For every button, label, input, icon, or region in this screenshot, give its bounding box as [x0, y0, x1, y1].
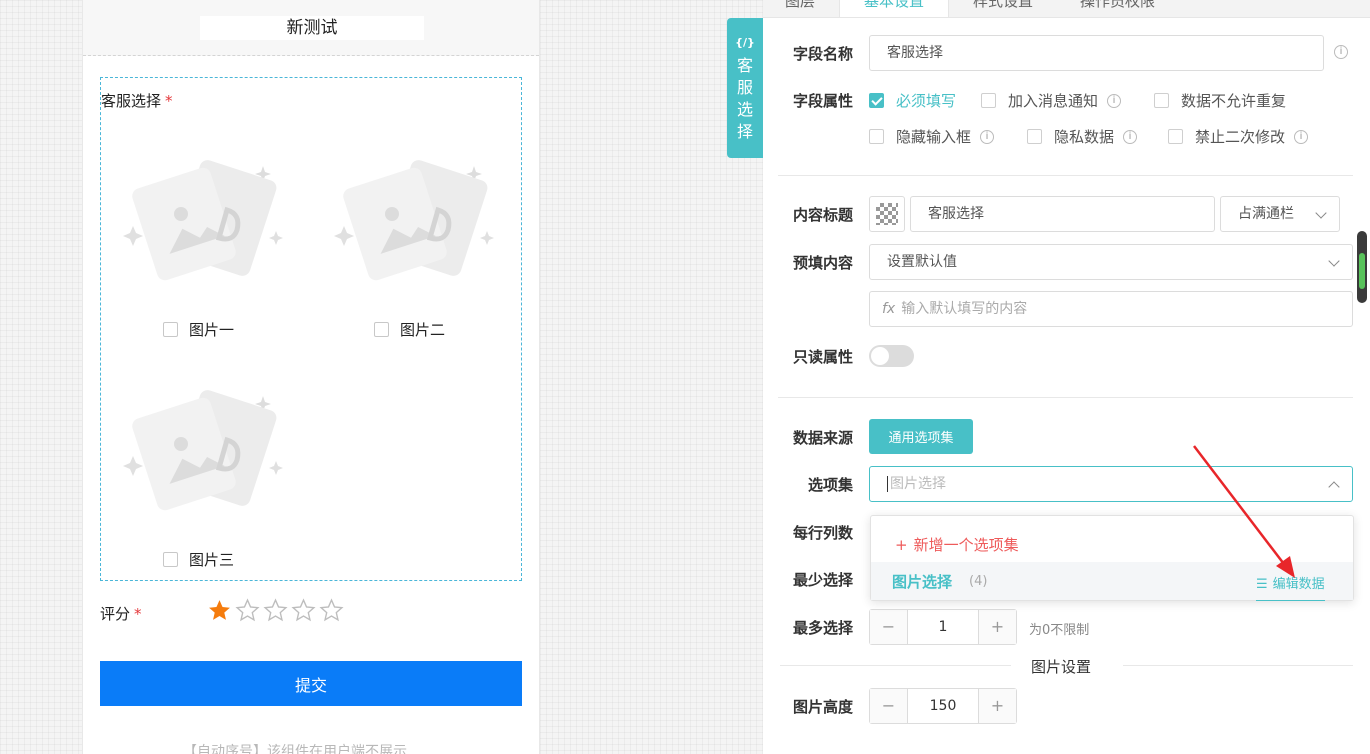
function-icon: fx — [882, 301, 896, 317]
code-icon: {/} — [735, 36, 755, 49]
edit-data-button[interactable]: ☰ 编辑数据 — [1256, 573, 1325, 601]
divider — [1123, 665, 1353, 666]
checkbox[interactable] — [1154, 93, 1169, 108]
field-label: 客服选择 * — [101, 92, 173, 110]
info-icon[interactable]: i — [1107, 93, 1122, 108]
divider — [780, 665, 1011, 666]
checkbox[interactable] — [163, 322, 178, 337]
star-filled-icon[interactable] — [207, 598, 232, 623]
chevron-up-icon — [1328, 481, 1340, 493]
image-option-2[interactable]: 图片二 — [374, 319, 445, 340]
divider — [778, 175, 1353, 176]
star-empty-icon[interactable] — [263, 598, 288, 623]
min-select-label: 最少选择 — [793, 571, 854, 589]
image-height-stepper[interactable]: − 150 + — [869, 688, 1017, 724]
preview-header: 新测试 — [83, 0, 539, 56]
common-optionset-button[interactable]: 通用选项集 — [869, 419, 973, 454]
info-icon[interactable]: i — [1334, 45, 1348, 59]
minus-icon[interactable]: − — [870, 689, 907, 723]
side-tab-label: 客服选择 — [736, 56, 753, 141]
chevron-down-icon — [1315, 207, 1327, 219]
form-preview: 新测试 客服选择 * 图片一 图片二 图片三 评分 * 提交 【自动序号】该组件… — [82, 0, 540, 754]
image-placeholder-icon — [334, 148, 494, 308]
rating-stars[interactable] — [207, 598, 344, 623]
list-icon: ☰ — [1256, 577, 1268, 592]
attr-no-second-edit[interactable]: 禁止二次修改 i — [1168, 126, 1309, 147]
hint-text: 【自动序号】该组件在用户端不展示 — [183, 744, 407, 754]
chevron-down-icon — [1328, 255, 1340, 267]
settings-tabs: 图层 基本设置 样式设置 操作员权限 — [763, 0, 1370, 18]
max-select-label: 最多选择 — [793, 619, 854, 637]
attr-hide-input[interactable]: 隐藏输入框 i — [869, 126, 995, 147]
field-name-label: 字段名称 — [793, 45, 854, 63]
image-height-label: 图片高度 — [793, 698, 854, 716]
checkbox[interactable] — [1168, 129, 1183, 144]
plus-icon: + — [895, 536, 908, 554]
checkbox[interactable] — [1027, 129, 1042, 144]
optionset-item[interactable]: 图片选择 (4) ☰ 编辑数据 — [871, 562, 1353, 601]
image-option-1[interactable]: 图片一 — [163, 319, 234, 340]
image-select-field[interactable]: 客服选择 * 图片一 图片二 图片三 — [100, 77, 522, 581]
max-select-stepper[interactable]: − 1 + — [869, 609, 1017, 645]
field-attr-label: 字段属性 — [793, 92, 854, 110]
optionset-dropdown: + 新增一个选项集 图片选择 (4) ☰ 编辑数据 — [870, 515, 1354, 601]
prefill-label: 预填内容 — [793, 254, 854, 272]
plus-icon[interactable]: + — [979, 689, 1016, 723]
plus-icon[interactable]: + — [979, 610, 1016, 644]
datasource-label: 数据来源 — [793, 429, 854, 447]
image-placeholder-icon — [123, 148, 283, 308]
color-picker[interactable] — [869, 196, 905, 232]
image-placeholder-icon — [123, 378, 283, 538]
star-empty-icon[interactable] — [319, 598, 344, 623]
readonly-label: 只读属性 — [793, 348, 854, 366]
minus-icon[interactable]: − — [870, 610, 907, 644]
content-title-input[interactable]: 客服选择 — [910, 196, 1215, 232]
transparent-swatch-icon — [876, 203, 898, 225]
checkbox[interactable] — [869, 93, 884, 108]
max-select-hint: 为0不限制 — [1029, 623, 1090, 638]
optionset-label: 选项集 — [808, 476, 854, 494]
attr-private-data[interactable]: 隐私数据 i — [1027, 126, 1138, 147]
tab-basic-settings[interactable]: 基本设置 — [839, 0, 950, 17]
optionset-select[interactable]: 图片选择 — [869, 466, 1353, 502]
checkbox[interactable] — [981, 93, 996, 108]
attr-notify[interactable]: 加入消息通知 i — [981, 90, 1122, 111]
add-optionset-button[interactable]: + 新增一个选项集 — [895, 534, 1019, 555]
attr-required[interactable]: 必须填写 — [869, 90, 956, 111]
prefill-input[interactable]: fx 输入默认填写的内容 — [869, 291, 1353, 327]
tab-style-settings[interactable]: 样式设置 — [973, 0, 1033, 11]
rating-label: 评分 * — [100, 605, 142, 623]
info-icon[interactable]: i — [980, 129, 995, 144]
prefill-select[interactable]: 设置默认值 — [869, 244, 1353, 280]
image-option-3[interactable]: 图片三 — [163, 549, 234, 570]
field-name-input[interactable]: 客服选择 — [869, 35, 1324, 71]
content-title-label: 内容标题 — [793, 206, 854, 224]
tab-operator-permissions[interactable]: 操作员权限 — [1080, 0, 1155, 11]
component-side-tab[interactable]: {/} 客服选择 — [727, 18, 763, 158]
form-title[interactable]: 新测试 — [200, 16, 424, 40]
info-icon[interactable]: i — [1123, 129, 1138, 144]
checkbox[interactable] — [869, 129, 884, 144]
required-mark: * — [165, 92, 173, 110]
image-section-title: 图片设置 — [1031, 658, 1092, 676]
readonly-toggle[interactable] — [869, 345, 914, 367]
checkbox[interactable] — [163, 552, 178, 567]
checkbox[interactable] — [374, 322, 389, 337]
content-title-width-select[interactable]: 占满通栏 — [1220, 196, 1340, 232]
star-empty-icon[interactable] — [235, 598, 260, 623]
per-row-label: 每行列数 — [793, 524, 854, 542]
tab-layers[interactable]: 图层 — [785, 0, 815, 11]
info-icon[interactable]: i — [1294, 129, 1309, 144]
star-empty-icon[interactable] — [291, 598, 316, 623]
settings-panel: 图层 基本设置 样式设置 操作员权限 字段名称 客服选择 i 字段属性 必须填写… — [763, 0, 1370, 754]
divider — [778, 397, 1353, 398]
attr-no-duplicate[interactable]: 数据不允许重复 — [1154, 90, 1286, 111]
scrollbar[interactable] — [1357, 231, 1367, 303]
submit-button[interactable]: 提交 — [100, 661, 522, 706]
